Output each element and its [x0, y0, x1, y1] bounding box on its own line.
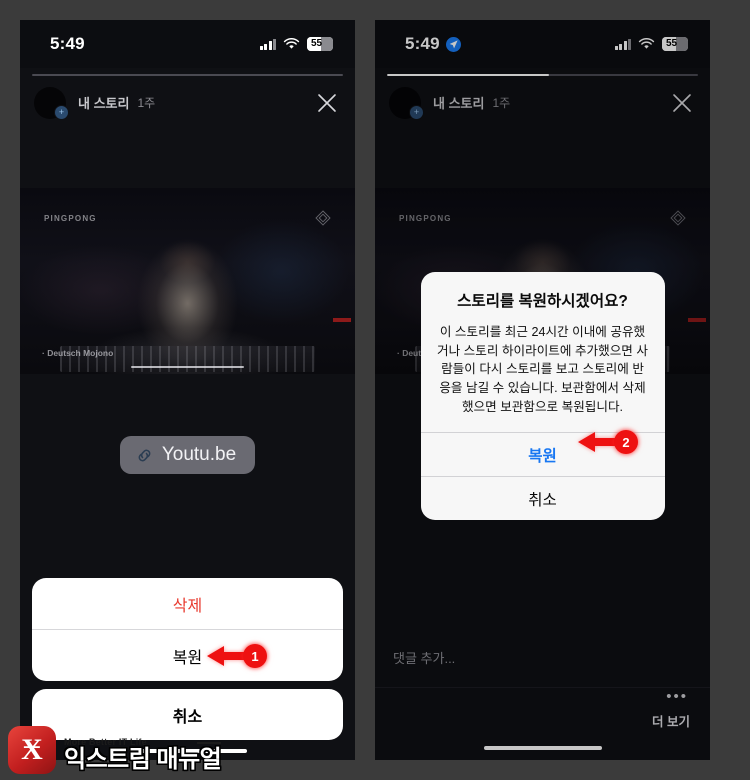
restore-button[interactable]: 복원: [32, 629, 343, 681]
link-chain-icon: [138, 449, 151, 461]
action-sheet: 삭제 복원 취소: [32, 578, 343, 753]
restore-story-alert: 스토리를 복원하시겠어요? 이 스토리를 최근 24시간 이내에 공유했거나 스…: [420, 272, 665, 521]
avatar-add-badge-icon: +: [54, 104, 69, 120]
story-username: 내 스토리: [78, 96, 130, 111]
screenshot-frame: 5:49 55 + 내 스토리 1주 PINGPONG · Deutsch Mo…: [0, 0, 750, 780]
youtube-link-label: Youtu.be: [161, 444, 237, 465]
wifi-icon: [283, 38, 300, 49]
story-media-left[interactable]: PINGPONG · Deutsch Mojono: [20, 188, 355, 374]
watermark-tagline: More Better IT Life: [64, 737, 222, 747]
action-sheet-main-group: 삭제 복원: [32, 578, 343, 681]
status-bar-left: 5:49 55: [20, 20, 355, 68]
story-header-left: + 내 스토리 1주: [20, 76, 355, 120]
watermark-logo-icon: Ӿ: [8, 726, 56, 774]
status-bar-right-group: 55: [259, 37, 333, 51]
watermark-site-name: 익스트림 매뉴얼: [64, 745, 222, 773]
delete-button[interactable]: 삭제: [32, 578, 343, 629]
youtube-link-chip[interactable]: Youtu.be: [119, 436, 256, 474]
story-timestamp: 1주: [137, 96, 156, 110]
battery-icon: 55: [307, 37, 333, 51]
annotation-badge-2: 2: [614, 430, 638, 454]
diamond-logo-icon: [315, 210, 331, 226]
avatar[interactable]: +: [34, 86, 69, 120]
close-icon[interactable]: [315, 91, 339, 115]
media-red-marker: [333, 318, 351, 322]
story-progress-left[interactable]: [20, 68, 355, 76]
alert-title: 스토리를 복원하시겠어요?: [457, 293, 628, 310]
media-caption-bottom: · Deutsch Mojono: [42, 348, 114, 358]
media-watermark-top: PINGPONG: [44, 214, 97, 223]
status-bar-left-group: 5:49: [50, 34, 85, 54]
alert-body: 스토리를 복원하시겠어요? 이 스토리를 최근 24시간 이내에 공유했거나 스…: [421, 272, 665, 432]
site-watermark: Ӿ More Better IT Life 익스트림 매뉴얼: [8, 726, 222, 774]
alert-message: 이 스토리를 최근 24시간 이내에 공유했거나 스토리 하이라이트에 추가했으…: [437, 325, 648, 414]
video-seek-bar[interactable]: [130, 365, 245, 368]
cellular-signal-icon: [259, 38, 276, 50]
battery-percent: 55: [311, 38, 323, 49]
annotation-step-1: 1: [207, 644, 267, 668]
story-link-row-left: Youtu.be: [20, 436, 355, 474]
watermark-text: More Better IT Life 익스트림 매뉴얼: [64, 737, 222, 774]
phone-screen-left: 5:49 55 + 내 스토리 1주 PINGPONG · Deutsch Mo…: [20, 20, 355, 760]
phone-screen-right: 5:49 55 + 내 스토리 1주 PINGPONG · Deutsch 댓글…: [375, 20, 710, 760]
annotation-badge-1: 1: [243, 644, 267, 668]
annotation-step-2: 2: [578, 430, 638, 454]
status-time: 5:49: [50, 34, 85, 53]
alert-cancel-button[interactable]: 취소: [420, 476, 665, 520]
